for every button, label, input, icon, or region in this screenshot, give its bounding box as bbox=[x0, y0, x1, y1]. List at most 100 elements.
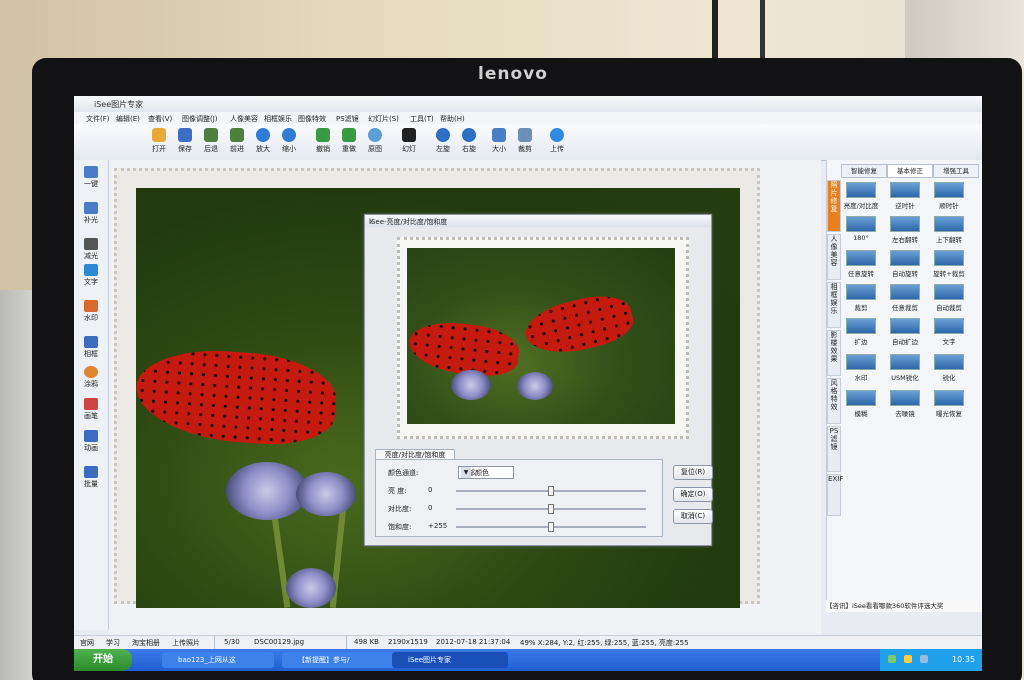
tool-usm-sharpen[interactable]: USM锐化 bbox=[885, 354, 925, 382]
menu-portrait[interactable]: 人像美容 bbox=[230, 114, 258, 124]
vtab-photo-repair[interactable]: 照片修复 bbox=[827, 180, 841, 232]
original-button[interactable]: 原图 bbox=[362, 128, 388, 154]
tool-brightness-contrast[interactable]: 亮度/对比度 bbox=[841, 182, 881, 210]
reset-button[interactable]: 复位(R) bbox=[673, 465, 713, 480]
task-isee[interactable]: iSee图片专家 bbox=[392, 652, 508, 668]
vtab-portrait[interactable]: 人像美容 bbox=[827, 234, 841, 280]
tool-extend-border[interactable]: 扩边 bbox=[841, 318, 881, 346]
cancel-button[interactable]: 取消(C) bbox=[673, 509, 713, 524]
rotate-right-button[interactable]: 右旋 bbox=[456, 128, 482, 154]
menu-file[interactable]: 文件(F) bbox=[86, 114, 110, 124]
vtab-ps-filter[interactable]: PS滤镜 bbox=[827, 426, 841, 472]
folder-icon bbox=[152, 128, 166, 142]
news-ticker[interactable]: 【咨讯】iSee看看哪款360软件评选大奖 bbox=[826, 600, 982, 612]
redo-icon bbox=[342, 128, 356, 142]
save-button[interactable]: 保存 bbox=[172, 128, 198, 154]
zoom-in-button[interactable]: 放大 bbox=[250, 128, 276, 154]
resize-button[interactable]: 大小 bbox=[486, 128, 512, 154]
status-learn[interactable]: 学习 bbox=[106, 638, 120, 648]
slideshow-button[interactable]: 幻灯 bbox=[396, 128, 422, 154]
original-icon bbox=[368, 128, 382, 142]
adjust-panel: 颜色通道: 全部颜色 ▼ 亮 度: 0 对比度: 0 饱和度: +255 bbox=[375, 459, 663, 537]
crop-button[interactable]: 裁剪 bbox=[512, 128, 538, 154]
task-browser[interactable]: bao123_上网从这 bbox=[162, 652, 274, 668]
tool-watermark-overlay[interactable]: 水印 bbox=[841, 354, 881, 382]
saturation-slider[interactable] bbox=[548, 522, 554, 532]
tab-basic-correction[interactable]: 基本修正 bbox=[887, 164, 933, 178]
menu-ps-filter[interactable]: PS滤镜 bbox=[336, 114, 359, 124]
tool-rotate-ccw[interactable]: 逆时针 bbox=[885, 182, 925, 210]
tool-free-crop[interactable]: 任意裁剪 bbox=[885, 284, 925, 312]
menu-image-adjust[interactable]: 图像调整(J) bbox=[182, 114, 218, 124]
tool-rotate-crop[interactable]: 旋转+裁剪 bbox=[929, 250, 969, 278]
tool-reduce-light[interactable]: 减光 bbox=[78, 238, 104, 261]
one-key-icon bbox=[84, 166, 98, 178]
tool-doodle[interactable]: 涂鸦 bbox=[78, 366, 104, 389]
saturation-label: 饱和度: bbox=[388, 523, 412, 531]
zoom-in-icon bbox=[256, 128, 270, 142]
tool-auto-crop[interactable]: 自动裁剪 bbox=[929, 284, 969, 312]
tool-crop[interactable]: 裁剪 bbox=[841, 284, 881, 312]
system-tray: 10:35 bbox=[880, 649, 982, 671]
open-button[interactable]: 打开 bbox=[146, 128, 172, 154]
task-forum[interactable]: 【新提醒】参与/ bbox=[282, 652, 398, 668]
tool-rotate-cw[interactable]: 顺时针 bbox=[929, 182, 969, 210]
forward-button[interactable]: 前进 bbox=[224, 128, 250, 154]
tool-flip-horizontal[interactable]: 左右翻转 bbox=[885, 216, 925, 244]
tool-free-rotate[interactable]: 任意旋转 bbox=[841, 250, 881, 278]
vtab-frame[interactable]: 相框娱乐 bbox=[827, 282, 841, 328]
volume-icon[interactable] bbox=[920, 655, 928, 663]
tool-text[interactable]: 文字 bbox=[78, 264, 104, 287]
vtab-studio[interactable]: 影楼效果 bbox=[827, 330, 841, 376]
brightness-slider[interactable] bbox=[548, 486, 554, 496]
tool-text-overlay[interactable]: 文字 bbox=[929, 318, 969, 346]
vtab-style[interactable]: 风格特效 bbox=[827, 378, 841, 424]
start-button[interactable]: 开始 bbox=[74, 649, 132, 671]
tool-watermark[interactable]: 水印 bbox=[78, 300, 104, 323]
tool-rotate-180[interactable]: 180° bbox=[841, 216, 881, 242]
tool-flip-vertical[interactable]: 上下翻转 bbox=[929, 216, 969, 244]
upload-button[interactable]: 上传 bbox=[544, 128, 570, 154]
vtab-exif[interactable]: EXIF bbox=[827, 474, 843, 516]
menu-view[interactable]: 查看(V) bbox=[148, 114, 172, 124]
menu-frame[interactable]: 相框娱乐 bbox=[264, 114, 292, 124]
channel-select[interactable]: 全部颜色 ▼ bbox=[458, 466, 514, 479]
zoom-out-button[interactable]: 缩小 bbox=[276, 128, 302, 154]
rotate-left-button[interactable]: 左旋 bbox=[430, 128, 456, 154]
menu-tools[interactable]: 工具(T) bbox=[410, 114, 434, 124]
tool-brush[interactable]: 画笔 bbox=[78, 398, 104, 421]
tool-blur[interactable]: 模糊 bbox=[841, 390, 881, 418]
tool-auto-extend[interactable]: 自动扩边 bbox=[885, 318, 925, 346]
clock[interactable]: 10:35 bbox=[952, 655, 975, 664]
tool-fill-light[interactable]: 补光 bbox=[78, 202, 104, 225]
reduce-light-icon bbox=[84, 238, 98, 250]
tool-auto-rotate[interactable]: 自动旋转 bbox=[885, 250, 925, 278]
status-taobao-album[interactable]: 淘宝相册 bbox=[132, 638, 160, 648]
fill-light-icon bbox=[84, 202, 98, 214]
tab-smart-repair[interactable]: 智能修复 bbox=[841, 164, 887, 178]
tool-denoise[interactable]: 去噪镜 bbox=[885, 390, 925, 418]
tool-exposure-recover[interactable]: 曝光恢复 bbox=[929, 390, 969, 418]
undo-button[interactable]: 撤销 bbox=[310, 128, 336, 154]
menu-edit[interactable]: 编辑(E) bbox=[116, 114, 140, 124]
tool-sharpen[interactable]: 锐化 bbox=[929, 354, 969, 382]
back-button[interactable]: 后退 bbox=[198, 128, 224, 154]
network-icon[interactable] bbox=[888, 655, 896, 663]
tool-one-key[interactable]: 一键 bbox=[78, 166, 104, 189]
flower bbox=[286, 568, 336, 608]
contrast-slider[interactable] bbox=[548, 504, 554, 514]
redo-button[interactable]: 重做 bbox=[336, 128, 362, 154]
status-official-site[interactable]: 官网 bbox=[80, 638, 94, 648]
app-titlebar: iSee图片专家 bbox=[74, 96, 982, 112]
tool-batch[interactable]: 批量 bbox=[78, 466, 104, 489]
menu-slideshow[interactable]: 幻灯片(S) bbox=[368, 114, 399, 124]
tab-enhance-tools[interactable]: 增强工具 bbox=[933, 164, 979, 178]
close-icon[interactable]: x bbox=[369, 217, 707, 226]
menu-effects[interactable]: 图像特效 bbox=[298, 114, 326, 124]
tool-animation[interactable]: 动画 bbox=[78, 430, 104, 453]
ok-button[interactable]: 确定(O) bbox=[673, 487, 713, 502]
menu-help[interactable]: 帮助(H) bbox=[440, 114, 465, 124]
tool-frame[interactable]: 相框 bbox=[78, 336, 104, 359]
status-upload-photo[interactable]: 上传照片 bbox=[172, 638, 200, 648]
security-icon[interactable] bbox=[904, 655, 912, 663]
